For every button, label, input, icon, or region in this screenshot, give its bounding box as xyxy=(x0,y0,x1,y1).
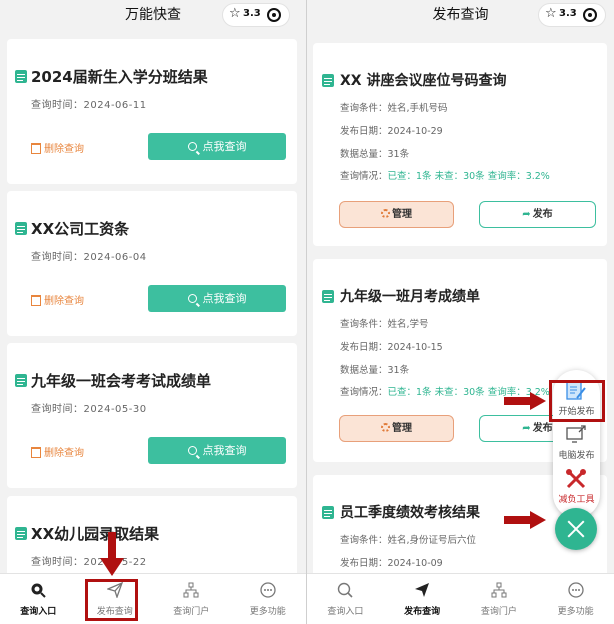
manage-button[interactable]: 管理 xyxy=(339,201,454,228)
card-title: 2024届新生入学分班结果 xyxy=(31,68,208,86)
document-icon xyxy=(15,222,27,235)
publish-date: 发布日期：2024-10-29 xyxy=(340,126,443,137)
close-menu-button[interactable] xyxy=(555,508,597,550)
tab-query-portal[interactable]: 查询门户 xyxy=(461,574,538,624)
mini-program-capsule[interactable]: ☆ 3.3 xyxy=(538,3,606,27)
query-conditions: 查询条件：姓名,学号 xyxy=(340,319,429,330)
annotation-arrow-right xyxy=(504,392,546,410)
document-icon xyxy=(15,70,27,83)
trash-icon xyxy=(31,143,41,154)
nav-bar: 发布查询 ☆ 3.3 xyxy=(307,0,614,34)
query-card: 九年级一班会考考试成绩单 查询时间：2024-05-30 删除查询 点我查询 xyxy=(7,343,297,488)
annotation-arrow-down xyxy=(100,532,124,576)
star-icon[interactable]: ☆ xyxy=(229,6,241,21)
share-arrow-icon: ➦ xyxy=(522,423,531,434)
query-card: XX公司工资条 查询时间：2024-06-04 删除查询 点我查询 xyxy=(7,191,297,336)
query-button[interactable]: 点我查询 xyxy=(148,437,286,464)
star-icon[interactable]: ☆ xyxy=(545,6,557,21)
close-program-icon[interactable] xyxy=(267,8,281,22)
gear-icon xyxy=(381,423,390,432)
search-icon xyxy=(31,583,46,598)
card-title: XX 讲座会议座位号码查询 xyxy=(340,73,507,89)
manage-button[interactable]: 管理 xyxy=(339,415,454,442)
query-time: 查询时间：2024-05-30 xyxy=(31,404,147,415)
document-icon xyxy=(15,527,27,540)
more-icon xyxy=(260,582,276,598)
left-screen: 万能快查 ☆ 3.3 2024届新生入学分班结果 查询时间：2024-06-11… xyxy=(0,0,306,624)
search-icon xyxy=(187,142,197,151)
close-program-icon[interactable] xyxy=(583,8,597,22)
tools-icon xyxy=(566,469,586,489)
search-icon xyxy=(187,446,197,455)
tab-bar: 查询入口 发布查询 查询门户 更多功能 xyxy=(0,573,306,624)
share-arrow-icon: ➦ xyxy=(522,209,531,220)
search-icon xyxy=(338,582,353,598)
tab-query-portal[interactable]: 查询门户 xyxy=(153,574,230,624)
tab-more-features[interactable]: 更多功能 xyxy=(537,574,614,624)
computer-publish-button[interactable]: 电脑发布 xyxy=(553,422,600,462)
trash-icon xyxy=(31,447,41,458)
more-icon xyxy=(567,582,584,598)
search-icon xyxy=(187,294,197,303)
query-button[interactable]: 点我查询 xyxy=(148,285,286,312)
delete-query-button[interactable]: 删除查询 xyxy=(31,444,84,459)
publish-button[interactable]: ➦ 发布 xyxy=(479,201,596,228)
card-title: XX公司工资条 xyxy=(31,220,130,238)
publish-date: 发布日期：2024-10-15 xyxy=(340,342,443,353)
query-conditions: 查询条件：姓名,身份证号后六位 xyxy=(340,535,477,546)
query-time: 查询时间：2024-06-11 xyxy=(31,100,147,111)
tab-bar: 查询入口 发布查询 查询门户 更多功能 xyxy=(307,573,614,624)
document-icon xyxy=(322,506,334,519)
send-icon xyxy=(415,583,430,597)
efficiency-tools-button[interactable]: 减负工具 xyxy=(553,466,600,506)
publish-date: 发布日期：2024-10-09 xyxy=(340,558,443,569)
sitemap-icon xyxy=(491,582,507,598)
data-total: 数据总量：31条 xyxy=(340,365,410,376)
data-total: 数据总量：31条 xyxy=(340,149,410,160)
card-title: 九年级一班月考成绩单 xyxy=(340,289,480,305)
query-button[interactable]: 点我查询 xyxy=(148,133,286,160)
computer-upload-icon xyxy=(566,425,586,443)
rating-value: 3.3 xyxy=(243,8,261,19)
document-icon xyxy=(15,374,27,387)
query-conditions: 查询条件：姓名,手机号码 xyxy=(340,103,448,114)
highlight-box-publish-tab xyxy=(85,579,138,621)
tab-more-features[interactable]: 更多功能 xyxy=(230,574,307,624)
nav-bar: 万能快查 ☆ 3.3 xyxy=(0,0,306,34)
tab-query-entry[interactable]: 查询入口 xyxy=(307,574,384,624)
query-card: 2024届新生入学分班结果 查询时间：2024-06-11 删除查询 点我查询 xyxy=(7,39,297,184)
card-title: 员工季度绩效考核结果 xyxy=(340,505,480,521)
query-time: 查询时间：2024-06-04 xyxy=(31,252,147,263)
query-time: 查询时间：2024-05-22 xyxy=(31,557,147,568)
rating-value: 3.3 xyxy=(559,8,577,19)
query-status: 查询情况：已查：1条 未查：30条 查询率：3.2% xyxy=(340,171,550,182)
published-query-card: XX 讲座会议座位号码查询 查询条件：姓名,手机号码 发布日期：2024-10-… xyxy=(313,43,607,246)
card-title: 九年级一班会考考试成绩单 xyxy=(31,372,212,390)
tab-query-entry[interactable]: 查询入口 xyxy=(0,574,77,624)
document-icon xyxy=(322,290,334,303)
tab-publish-query[interactable]: 发布查询 xyxy=(384,574,461,624)
trash-icon xyxy=(31,295,41,306)
annotation-arrow-right xyxy=(504,511,546,529)
highlight-box-start-publish xyxy=(549,380,605,422)
gear-icon xyxy=(381,209,390,218)
mini-program-capsule[interactable]: ☆ 3.3 xyxy=(222,3,290,27)
delete-query-button[interactable]: 删除查询 xyxy=(31,140,84,155)
document-icon xyxy=(322,74,334,87)
delete-query-button[interactable]: 删除查询 xyxy=(31,292,84,307)
card-title: XX幼儿园录取结果 xyxy=(31,525,160,543)
sitemap-icon xyxy=(183,582,199,598)
